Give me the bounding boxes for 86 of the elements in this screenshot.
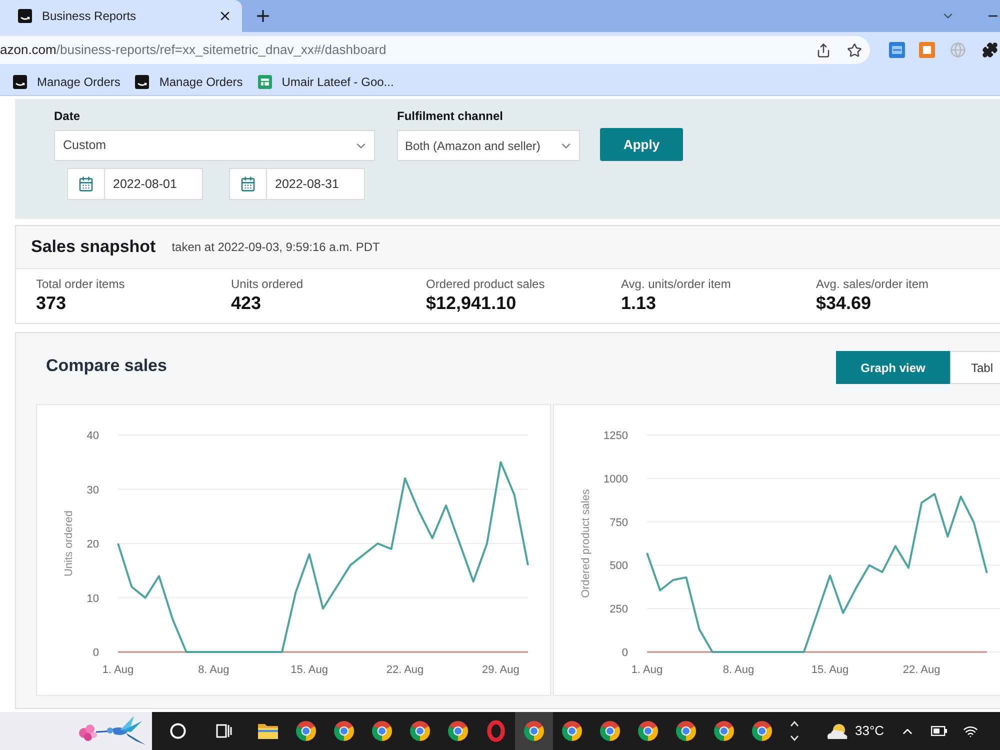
start-date-field[interactable]: 2022-08-01 [67,168,203,200]
star-icon[interactable] [847,42,862,58]
bookmark-favicon-icon [13,74,27,88]
chrome-browser-icon [714,721,734,741]
x-tick-label: 1. Aug [102,664,134,676]
y-axis-title: Ordered product sales [580,489,592,598]
date-range-select[interactable]: Custom [54,130,375,161]
apply-button[interactable]: Apply [600,128,683,161]
chrome-browser-icon [562,721,582,741]
y-tick-label: 0 [92,647,99,659]
tab-title: Business Reports [42,8,138,25]
x-tick-label: 15. Aug [811,664,849,676]
x-tick-label: 8. Aug [722,664,754,676]
calendar-icon [78,176,94,192]
weather-cloud-icon [826,723,848,739]
fulfilment-channel-label: Fulfilment channel [397,108,504,125]
compare-sales-title: Compare sales [46,355,167,377]
x-tick-label: 29. Aug [482,664,520,676]
search-field[interactable] [0,712,152,750]
task-view-icon [216,723,232,739]
view-toggle-tab[interactable]: Tabl [950,351,1000,384]
y-tick-label: 250 [610,604,628,616]
taskbar-app-button[interactable] [515,712,553,750]
chrome-browser-icon [334,721,354,741]
metric-label: Units ordered [231,277,304,292]
site-favicon-icon [18,9,32,23]
spreadsheet-icon [258,74,272,88]
end-date-field[interactable]: 2022-08-31 [229,168,365,200]
metric-value: 1.13 [621,292,658,314]
chrome-browser-icon [600,721,620,741]
snapshot-title: Sales snapshot [31,236,156,258]
metric-label: Ordered product sales [426,277,546,292]
extension-icon[interactable] [919,42,935,58]
circle-icon [170,723,186,739]
chrome-browser-icon [296,721,316,741]
y-tick-label: 20 [86,538,99,550]
fulfilment-channel-select[interactable]: Both (Amazon and seller) [397,130,580,161]
y-tick-label: 500 [610,560,628,572]
x-tick-label: 1. Aug [631,664,663,676]
y-axis-title: Units ordered [63,510,75,577]
y-tick-label: 40 [86,430,99,442]
chrome-browser-icon [372,721,392,741]
chrome-browser-icon [448,721,468,741]
chrome-browser-icon [676,721,696,741]
x-tick-label: 22. Aug [902,664,940,676]
date-label: Date [54,108,82,125]
view-toggle-tab[interactable]: Graph view [836,351,950,384]
metric-value: 423 [231,292,262,314]
bookmark-item[interactable]: Manage Orders [13,72,120,90]
bookmark-item[interactable]: Manage Orders [135,72,243,90]
metric-label: Avg. sales/order item [816,277,928,292]
chrome-browser-icon [410,721,430,741]
chrome-browser-icon [752,721,772,741]
y-tick-label: 750 [610,516,628,529]
y-tick-label: 0 [622,647,628,659]
chrome-browser-icon [638,721,658,741]
calendar-icon [240,176,256,192]
opera-ring-icon [487,720,505,742]
share-icon[interactable] [816,42,831,58]
metric-value: $12,941.10 [426,292,518,314]
wifi-icon[interactable] [963,724,978,738]
url-text: azon.com/business-reports/ref=xx_sitemetric_dnav_xx#/dashboard [0,41,386,60]
puzzle-icon[interactable] [982,42,998,58]
close-icon[interactable] [218,9,232,23]
metric-label: Avg. units/order item [621,277,732,292]
x-tick-label: 15. Aug [290,664,328,676]
metric-value: $34.69 [816,292,872,314]
temperature-text: 33°C [855,722,884,740]
metric-label: Total order items [36,277,126,292]
x-tick-label: 22. Aug [386,664,424,676]
y-tick-label: 1000 [604,473,628,486]
snapshot-timestamp: taken at 2022-09-03, 9:59:16 a.m. PDT [172,239,380,256]
bookmark-favicon-icon [135,74,150,88]
chrome-browser-icon [524,721,544,741]
browser-tab[interactable]: Business Reports [0,0,242,32]
folder-icon [258,723,278,739]
y-tick-label: 1250 [604,430,628,442]
y-tick-label: 10 [86,592,99,605]
battery-icon[interactable] [931,726,948,736]
y-tick-label: 30 [86,484,99,496]
address-bar[interactable]: azon.com/business-reports/ref=xx_sitemetric_dnav_xx#/dashboard [0,36,870,64]
x-tick-label: 8. Aug [198,664,230,676]
new-tab-icon[interactable] [254,7,272,25]
bookmark-item[interactable]: Umair Lateef - Goo... [258,72,394,90]
scroll-arrows-icon[interactable] [790,720,799,742]
metric-value: 373 [36,292,68,314]
